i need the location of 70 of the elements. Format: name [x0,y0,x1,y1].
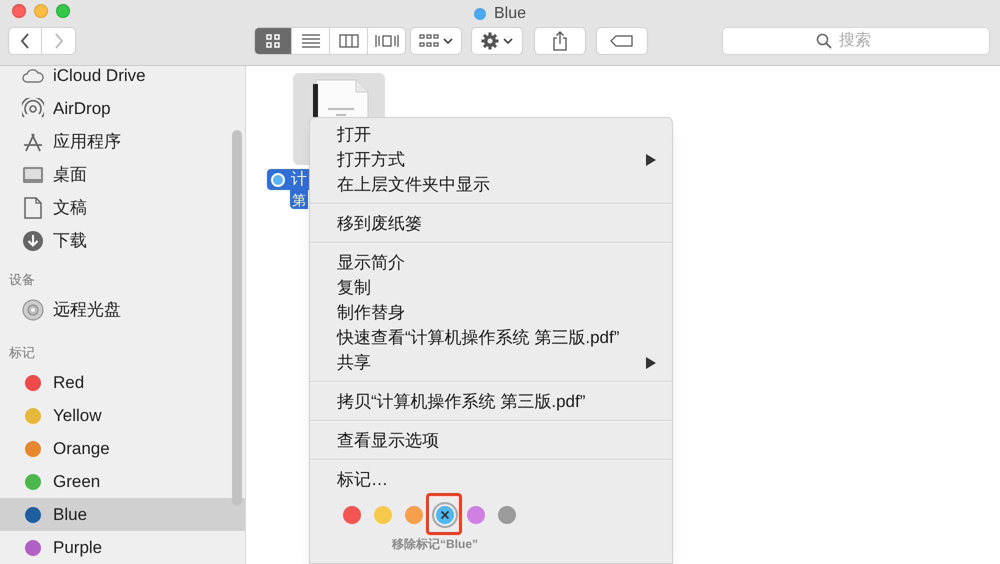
menu-item[interactable]: 复制 [310,275,672,300]
file-name[interactable]: 第 [290,190,308,209]
view-button[interactable] [330,27,368,55]
menu-item[interactable]: 显示简介 [310,250,672,275]
tag-color-button[interactable] [405,506,423,524]
tag-icon [610,35,634,47]
search-icon [816,33,832,49]
disc-icon [22,298,44,320]
app-store-icon [22,130,44,152]
share-button[interactable] [534,27,586,55]
sidebar-item[interactable]: 应用程序 [0,125,245,158]
icon-view-icon [266,34,280,48]
view-button[interactable] [368,27,406,55]
sidebar-item[interactable]: 桌面 [0,158,245,191]
menu-item[interactable]: 打开方式 [310,147,672,172]
menu-item[interactable]: 标记… [310,467,672,492]
gear-icon [481,32,499,50]
menu-item[interactable]: 快速查看“计算机操作系统 第三版.pdf” [310,325,672,350]
submenu-arrow-icon [646,356,656,368]
section-heading: 标记 [8,344,36,362]
sidebar-item[interactable]: Red [0,366,245,399]
view-button[interactable] [292,27,330,55]
caret-icon [443,37,453,45]
menu-item[interactable]: 移到废纸篓 [310,211,672,236]
list-view-icon [302,34,320,48]
action-button[interactable] [471,27,523,55]
tag-color-button[interactable] [343,506,361,524]
tag-color-button[interactable] [467,506,485,524]
sidebar-item[interactable]: Blue [0,498,245,531]
sidebar-item[interactable]: 远程光盘 [0,293,245,326]
back-button[interactable] [8,27,42,55]
remove-icon [436,506,454,524]
menu-item[interactable]: 制作替身 [310,300,672,325]
submenu-arrow-icon [646,154,656,166]
sidebar-item[interactable]: 下载 [0,224,245,257]
close-button[interactable] [12,4,26,18]
tag-color-button[interactable] [432,502,458,528]
sidebar-item[interactable]: Orange [0,432,245,465]
search-field[interactable]: 搜索 [722,27,990,55]
monitor-icon [22,166,44,184]
window-title: Blue [494,4,526,24]
sidebar-item[interactable]: Purple [0,531,245,564]
tag-color-button[interactable] [498,506,516,524]
tooltip-text: 移除标记“Blue” [392,536,478,553]
sidebar-item[interactable]: 文稿 [0,191,245,224]
download-icon [22,230,44,252]
section-heading: 设备 [8,270,36,288]
chevron-right-icon [54,33,64,49]
arrange-button[interactable] [410,27,462,55]
column-view-icon [338,34,358,48]
sidebar-item[interactable]: iCloud Drive [0,66,245,92]
menu-item[interactable]: 拷贝“计算机操作系统 第三版.pdf” [310,389,672,414]
grid-icon [419,34,439,48]
menu-item[interactable]: 共享 [310,350,672,375]
sidebar-item[interactable]: AirDrop [0,92,245,125]
airdrop-icon [22,98,44,120]
document-icon [24,196,42,218]
sidebar-item[interactable]: Yellow [0,399,245,432]
tag-button[interactable] [596,27,648,55]
menu-item[interactable]: 打开 [310,122,672,147]
cloud-icon [22,68,44,82]
tag-color-button[interactable] [374,506,392,524]
view-button[interactable] [254,27,292,55]
scrollbar-thumb[interactable] [232,130,242,506]
cover-flow-icon [374,34,398,48]
sidebar-item[interactable]: Green [0,465,245,498]
caret-icon [503,37,513,45]
chevron-left-icon [20,33,30,49]
menu-item[interactable]: 查看显示选项 [310,428,672,453]
share-icon [552,31,568,51]
